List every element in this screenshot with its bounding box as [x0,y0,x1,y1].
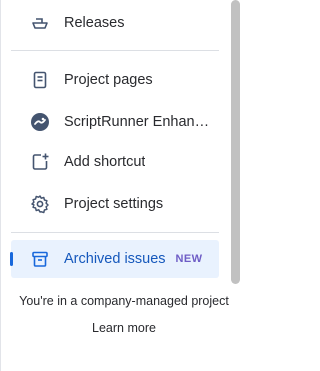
sidebar-item-releases[interactable]: Releases [11,4,219,42]
sidebar-item-label: Releases [64,15,125,31]
document-icon [30,70,50,90]
new-badge: NEW [175,253,203,265]
add-shortcut-icon [30,152,50,172]
sidebar-item-label: Add shortcut [64,154,146,170]
divider [11,50,219,51]
company-managed-text: You're in a company-managed project [19,294,229,308]
sidebar-item-project-pages[interactable]: Project pages [11,61,219,99]
sidebar-item-scriptrunner[interactable]: ScriptRunner Enhanc… [11,103,219,141]
sidebar-item-label: Archived issues [64,251,166,267]
learn-more-link[interactable]: Learn more [1,321,247,335]
sidebar-item-label: Project pages [64,72,153,88]
ship-icon [30,13,50,33]
sidebar-item-project-settings[interactable]: Project settings [11,185,219,223]
sidebar-item-label: ScriptRunner Enhanc… [64,114,214,130]
scrollbar-thumb[interactable] [231,0,240,284]
active-indicator [10,252,13,266]
scriptrunner-logo-icon [30,112,50,132]
divider [11,232,219,233]
project-sidebar: Releases Project pages ScriptRunner Enha… [0,0,230,371]
sidebar-item-label: Project settings [64,196,164,212]
gear-icon [30,194,50,214]
sidebar-item-archived-issues[interactable]: Archived issues NEW [11,240,219,278]
sidebar-item-add-shortcut[interactable]: Add shortcut [11,143,219,181]
archive-icon [30,249,50,269]
